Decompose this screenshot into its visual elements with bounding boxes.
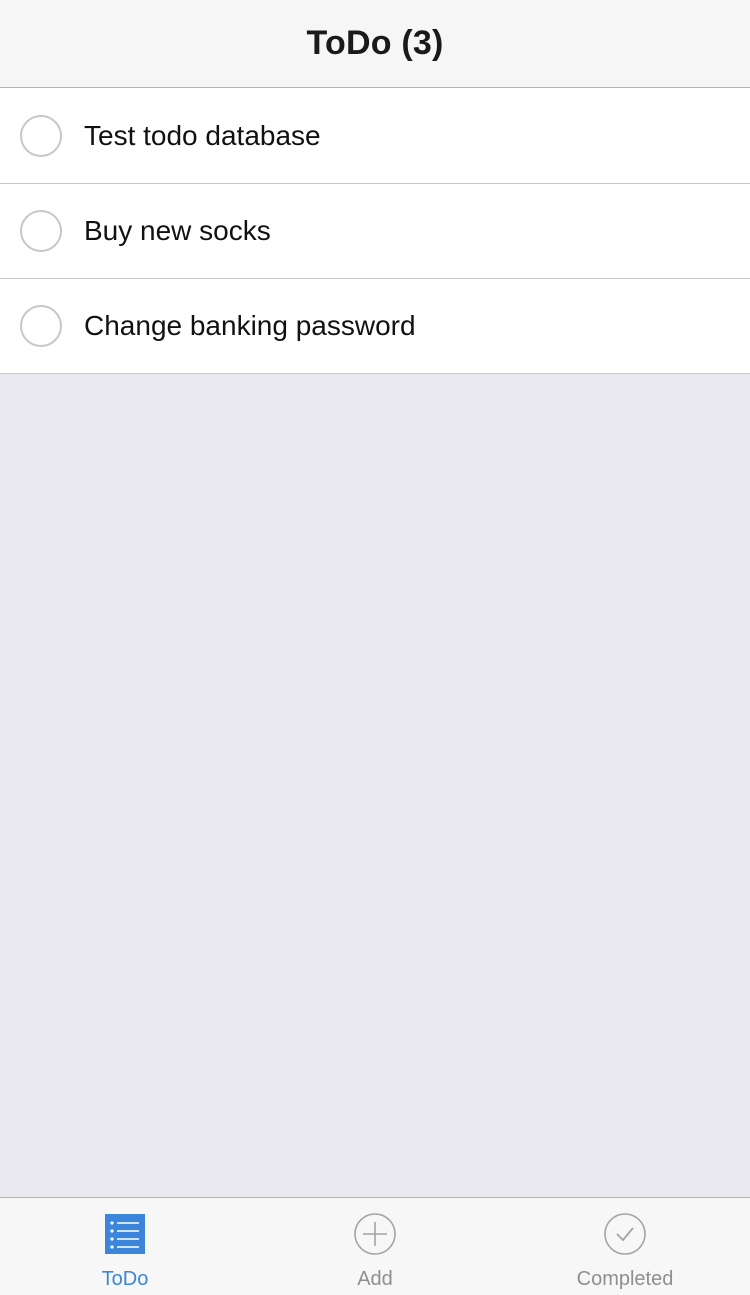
todo-row[interactable]: Buy new socks	[0, 183, 750, 278]
tab-bar: ToDo Add Completed	[0, 1197, 750, 1295]
tab-label: Completed	[576, 1268, 674, 1290]
complete-toggle-circle[interactable]	[20, 305, 62, 347]
todo-label: Test todo database	[84, 119, 321, 151]
todo-label: Buy new socks	[84, 215, 271, 246]
checkmark-circle-icon	[604, 1213, 646, 1255]
navigation-bar: ToDo (3)	[0, 0, 750, 88]
complete-toggle-circle[interactable]	[20, 114, 62, 157]
todo-row[interactable]: Test todo database	[0, 88, 750, 183]
plus-circle-icon	[354, 1213, 396, 1255]
tab-completed[interactable]: Completed	[500, 1198, 750, 1295]
tab-label: ToDo	[101, 1268, 149, 1290]
list-icon	[105, 1214, 145, 1254]
tab-label: Add	[357, 1268, 393, 1290]
complete-toggle-circle[interactable]	[20, 210, 62, 252]
tab-todo[interactable]: ToDo	[0, 1198, 250, 1295]
page-title: ToDo (3)	[306, 24, 444, 62]
todo-label: Change banking password	[84, 310, 416, 341]
todo-list: Test todo database Buy new socks Change …	[0, 88, 750, 374]
tab-add[interactable]: Add	[250, 1198, 500, 1295]
todo-row[interactable]: Change banking password	[0, 278, 750, 373]
